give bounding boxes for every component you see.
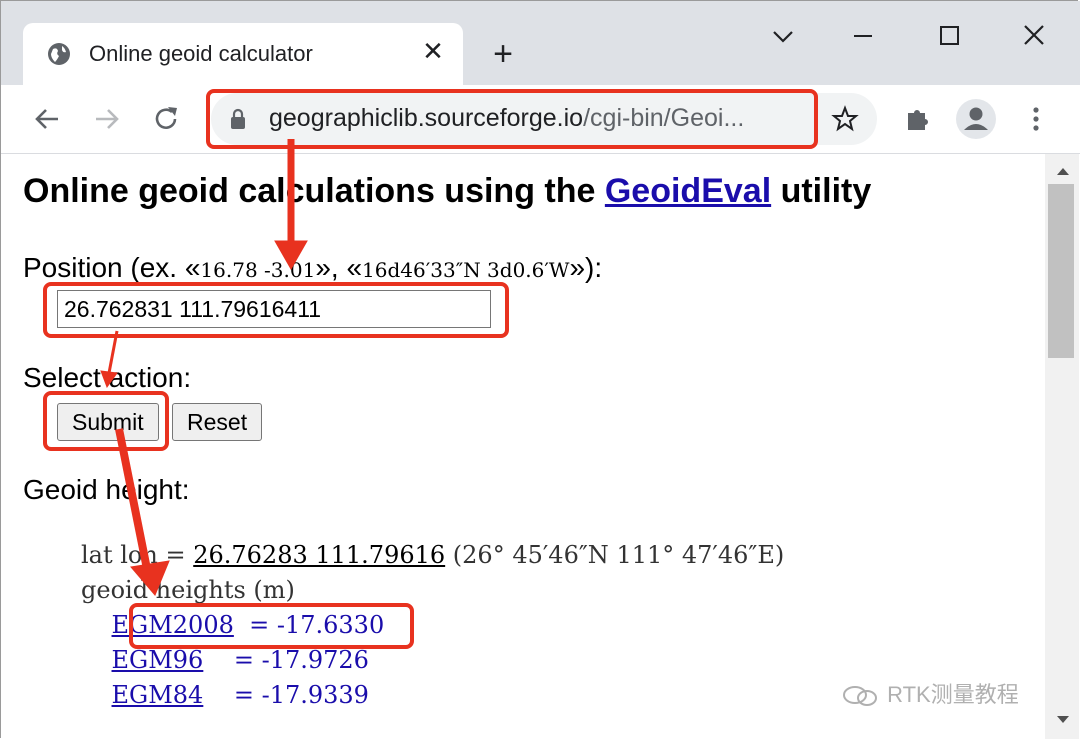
arrow-head-icon — [274, 240, 308, 271]
wechat-icon — [843, 686, 877, 707]
watermark-text: RTK测量教程 — [887, 682, 1019, 707]
watermark: RTK测量教程 — [841, 677, 1019, 709]
annotation-arrows — [100, 139, 308, 596]
arrow-head-icon — [130, 560, 170, 596]
browser-window: Online geoid calculator ✕ + geographicli… — [0, 0, 1080, 739]
arrow-head-icon — [100, 370, 118, 389]
